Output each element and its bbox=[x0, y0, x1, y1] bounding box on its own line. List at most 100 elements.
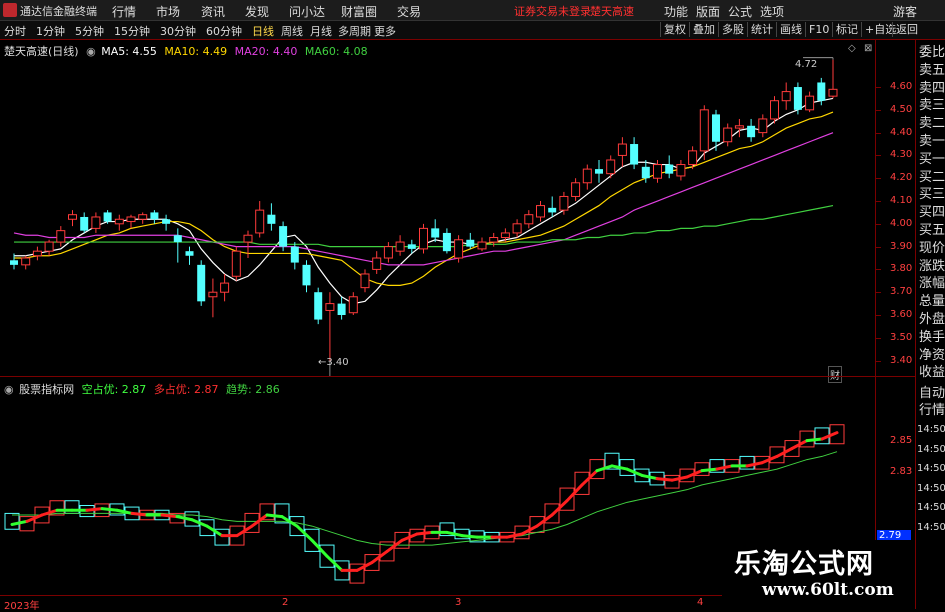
candle-body bbox=[103, 212, 112, 222]
panel-tab[interactable]: 行情 bbox=[919, 402, 945, 419]
main-candlestick-chart[interactable] bbox=[0, 40, 875, 376]
candle-body bbox=[582, 168, 592, 184]
candle-body bbox=[781, 91, 791, 102]
menu-item-layout[interactable]: 版面 bbox=[696, 3, 720, 20]
candle-body bbox=[419, 227, 428, 250]
candle-body bbox=[489, 236, 499, 243]
menu-item-wealth[interactable]: 财富圈 bbox=[341, 3, 377, 20]
candle-body bbox=[21, 257, 31, 266]
candle-body bbox=[617, 143, 627, 156]
candle-body bbox=[536, 205, 545, 218]
candle-body bbox=[630, 144, 639, 165]
candle-body bbox=[454, 239, 464, 259]
price-tick-mark bbox=[876, 292, 881, 294]
candle-body bbox=[676, 164, 686, 177]
candle-body bbox=[512, 223, 522, 234]
period-tab-1min[interactable]: 1分钟 bbox=[36, 23, 65, 39]
watermark-url: www.60lt.com bbox=[762, 580, 894, 600]
quote-field-label: 买一 bbox=[919, 151, 945, 167]
ma-line-ma5 bbox=[14, 97, 834, 305]
signal-line-segment bbox=[175, 515, 194, 522]
menu-item-ask[interactable]: 问小达 bbox=[289, 3, 325, 20]
signal-line-segment bbox=[415, 530, 434, 536]
candle-body bbox=[758, 118, 768, 134]
period-tab-5min[interactable]: 5分钟 bbox=[75, 23, 104, 39]
candle-body bbox=[606, 159, 616, 175]
expand-diamond-icon[interactable]: ◇ bbox=[848, 43, 856, 54]
panel-tab[interactable]: 自动 bbox=[919, 385, 945, 402]
candle-body bbox=[231, 250, 241, 277]
period-tab-more[interactable]: 更多 bbox=[374, 23, 396, 39]
time-tick: 14:50 bbox=[917, 521, 945, 533]
quote-field-label: 净资 bbox=[919, 347, 945, 363]
quote-field-label: 卖四 bbox=[919, 80, 945, 96]
period-tab-intraday[interactable]: 分时 bbox=[4, 23, 26, 39]
candle-body bbox=[747, 125, 756, 138]
menu-item-trade[interactable]: 交易 bbox=[397, 3, 421, 20]
candle-body bbox=[150, 212, 159, 220]
price-tick: 4.30 bbox=[890, 149, 913, 161]
candle-body bbox=[699, 109, 709, 152]
candle-body bbox=[10, 260, 18, 265]
signal-line-segment bbox=[805, 437, 824, 443]
quote-field-label: 外盘 bbox=[919, 312, 945, 327]
back-button[interactable]: 返回 bbox=[892, 22, 921, 37]
candle-body bbox=[466, 239, 475, 247]
period-tab-60min[interactable]: 60分钟 bbox=[206, 23, 242, 39]
period-tab-daily[interactable]: 日线 bbox=[252, 23, 274, 39]
candle-body bbox=[595, 169, 603, 174]
signal-line-segment bbox=[700, 467, 719, 473]
date-tick: 4 bbox=[697, 597, 704, 608]
overlay-button[interactable]: 叠加 bbox=[689, 22, 718, 37]
quote-info-panel: 委比 卖五 卖四 卖三 卖二 卖一 买一 买二 买三 买四 买五 现价 涨跌 涨幅 总量 外盘 换手 净资 收益 自动… bbox=[915, 40, 945, 609]
price-tick-mark bbox=[876, 315, 881, 316]
candle-body bbox=[653, 164, 662, 179]
sub-candle-box bbox=[664, 474, 680, 489]
mark-button[interactable]: 标记 bbox=[832, 22, 861, 37]
candle-body bbox=[372, 257, 382, 270]
period-tab-30min[interactable]: 30分钟 bbox=[160, 23, 196, 39]
signal-line-segment bbox=[10, 519, 29, 526]
period-tab-weekly[interactable]: 周线 bbox=[281, 23, 303, 39]
period-tab-multi[interactable]: 多周期 bbox=[338, 23, 371, 39]
period-tab-15min[interactable]: 15分钟 bbox=[114, 23, 150, 39]
signal-line-segment bbox=[460, 534, 479, 539]
draw-button[interactable]: 画线 bbox=[776, 22, 805, 37]
guest-label[interactable]: 游客 bbox=[893, 3, 917, 20]
f10-button[interactable]: F10 bbox=[805, 22, 832, 37]
price-tick-mark bbox=[876, 360, 881, 362]
sub-tick: 2.85 bbox=[890, 434, 913, 446]
menu-item-options[interactable]: 选项 bbox=[760, 3, 784, 20]
quote-field-label: 收益 bbox=[919, 365, 945, 381]
multi-stock-button[interactable]: 多股 bbox=[718, 22, 747, 37]
watermark: 乐淘公式网 www.60lt.com bbox=[722, 540, 915, 609]
price-tick: 3.90 bbox=[890, 240, 913, 252]
adjust-button[interactable]: 复权 bbox=[660, 22, 689, 37]
close-small-icon[interactable]: ⊠ bbox=[864, 43, 872, 54]
menu-item-quotes[interactable]: 行情 bbox=[112, 3, 136, 20]
candle-body bbox=[56, 230, 66, 243]
menu-item-news[interactable]: 资讯 bbox=[201, 3, 225, 20]
candle-body bbox=[302, 264, 311, 286]
menu-item-discover[interactable]: 发现 bbox=[245, 3, 269, 20]
candle-body bbox=[126, 216, 136, 223]
login-warning[interactable]: 证券交易未登录 bbox=[514, 3, 591, 19]
candle-body bbox=[641, 166, 650, 179]
candle-body bbox=[44, 241, 54, 252]
candle-body bbox=[805, 95, 815, 111]
candle-body bbox=[290, 246, 299, 263]
candle-body bbox=[688, 150, 698, 166]
menu-item-formula[interactable]: 公式 bbox=[728, 3, 752, 20]
quote-field-label: 换手 bbox=[919, 329, 945, 345]
time-tick: 14:50 bbox=[917, 482, 945, 494]
candle-body bbox=[360, 273, 370, 289]
app-logo-icon bbox=[3, 3, 17, 17]
signal-line-segment bbox=[100, 507, 119, 512]
stats-button[interactable]: 统计 bbox=[747, 22, 776, 37]
price-tick-mark bbox=[876, 246, 881, 248]
quote-field-label: 买五 bbox=[919, 223, 945, 238]
period-tab-monthly[interactable]: 月线 bbox=[310, 23, 332, 39]
menu-item-function[interactable]: 功能 bbox=[664, 3, 688, 20]
menu-item-market[interactable]: 市场 bbox=[156, 3, 180, 20]
low-price-annotation: ←3.40 bbox=[318, 357, 349, 368]
